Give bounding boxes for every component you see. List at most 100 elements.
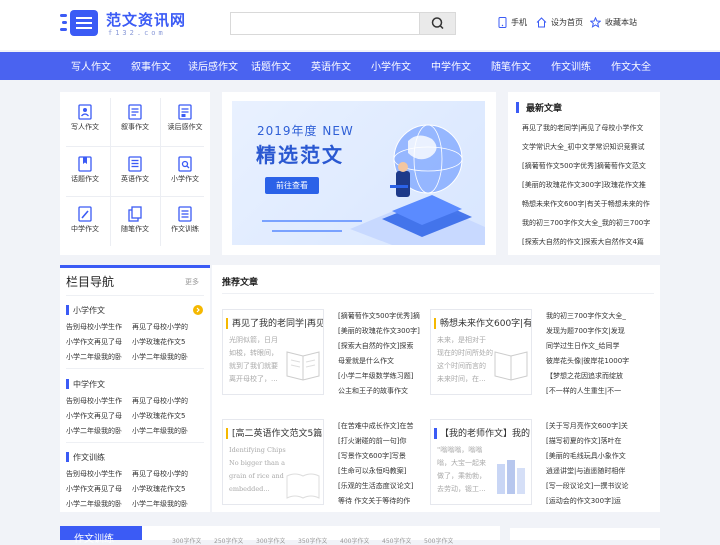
recommend-item[interactable]: [摘葡萄作文500字优秀]摘 — [338, 311, 422, 321]
recommend-item[interactable]: 发现为题700字作文|发现 — [546, 326, 630, 336]
recommend-item[interactable]: [运动会的作文300字]运 — [546, 496, 630, 506]
latest-item[interactable]: 再见了我的老同学|再见了母校小学作文 — [522, 123, 657, 133]
latest-item[interactable]: [探索大自然的作文]探索大自然作文4篇 — [522, 237, 657, 247]
category-label: 话题作文 — [71, 175, 99, 183]
recommend-item[interactable]: 同学过生日作文_给同学 — [546, 341, 630, 351]
category-write-people[interactable]: 写人作文 — [64, 96, 106, 142]
site-logo[interactable]: 范文资讯网 f132.com — [60, 8, 190, 38]
nav-link[interactable]: 小学二年级我的卧 — [132, 499, 204, 509]
wordcount-link[interactable]: 400字作文 — [340, 536, 369, 545]
nav-item[interactable]: 作文大全 — [611, 58, 651, 73]
category-narrative[interactable]: 叙事作文 — [114, 96, 156, 142]
nav-link[interactable]: 小学作文再见了母 — [66, 411, 128, 421]
recommend-item[interactable]: [写一段议论文]一撰书议论 — [546, 481, 630, 491]
nav-link[interactable]: 小学作文再见了母 — [66, 484, 128, 494]
recommend-item[interactable]: [在苦难中成长作文]在苦 — [338, 421, 422, 431]
category-primary[interactable]: 小学作文 — [164, 148, 206, 194]
nav-item[interactable]: 小学作文 — [371, 58, 411, 73]
recommend-item[interactable]: 母爱就是什么作文 — [338, 356, 422, 366]
search-button[interactable] — [419, 13, 455, 34]
recommend-item[interactable]: [探索大自然的作文]探索 — [338, 341, 422, 351]
recommend-item[interactable]: [不一样的人生重生|不一 — [546, 386, 630, 396]
nav-item[interactable]: 读后感作文 — [188, 58, 238, 73]
card-title: [高二英语作文范文5篇 — [232, 429, 323, 439]
recommend-item[interactable]: 公主和王子的故事作文 — [338, 386, 422, 396]
article-card[interactable]: 再见了我的老同学|再见 光阴似箭，日月 如梭，转眼间， 就到了我们就要 离开母校… — [222, 309, 324, 395]
recommend-item[interactable]: [小学二年级数学练习题] — [338, 371, 422, 381]
nav-item[interactable]: 话题作文 — [251, 58, 291, 73]
nav-link[interactable]: 小学二年级我的卧 — [132, 426, 204, 436]
recommend-item[interactable]: [生命可以永恒吗教案] — [338, 466, 422, 476]
nav-item[interactable]: 作文训练 — [551, 58, 591, 73]
latest-item[interactable]: 我的初三700字作文大全_我的初三700字 — [522, 218, 657, 228]
nav-link[interactable]: 小学二年级我的卧 — [132, 352, 204, 362]
recommend-item[interactable]: 等待 作文关于等待的作 — [338, 496, 422, 506]
category-essay[interactable]: 随笔作文 — [114, 198, 156, 244]
wordcount-link[interactable]: 250字作文 — [214, 536, 243, 545]
nav-group-title[interactable]: 作文训练 — [73, 452, 105, 463]
nav-link[interactable]: 小学二年级我的卧 — [66, 426, 128, 436]
nav-item[interactable]: 中学作文 — [431, 58, 471, 73]
recommend-item[interactable]: 彼岸花头像|彼岸花1000字 — [546, 356, 630, 366]
wordcount-link[interactable]: 450字作文 — [382, 536, 411, 545]
nav-item[interactable]: 叙事作文 — [131, 58, 171, 73]
article-card[interactable]: 畅想未来作文600字|有 未来，是相对于 现在的时间所处的 这个时间而言的 未来… — [430, 309, 532, 395]
latest-item[interactable]: [美丽的玫瑰花作文300字]玫瑰花作文推 — [522, 180, 657, 190]
recommend-item[interactable]: 【梦想之花因追求而绽放 — [546, 371, 630, 381]
article-card[interactable]: [高二英语作文范文5篇 Identifying Chips No bigger … — [222, 419, 324, 505]
recommend-item[interactable]: [乐观的生活态度议论文] — [338, 481, 422, 491]
set-homepage-label: 设为首页 — [551, 18, 583, 27]
mobile-link[interactable]: 手机 — [498, 17, 527, 28]
recommend-item[interactable]: [关于写月亮作文600字]关 — [546, 421, 630, 431]
category-training[interactable]: 作文训练 — [164, 198, 206, 244]
chevron-right-icon[interactable] — [193, 305, 203, 315]
nav-link[interactable]: 再见了母校小学的 — [132, 396, 204, 406]
nav-link[interactable]: 小学玫瑰花作文5 — [132, 411, 204, 421]
nav-link[interactable]: 再见了母校小学的 — [132, 469, 204, 479]
nav-link[interactable]: 告别母校小学生作 — [66, 396, 128, 406]
nav-link[interactable]: 小学二年级我的卧 — [66, 352, 128, 362]
recommend-item[interactable]: 逍遥讲堂|与逍遥随时相伴 — [546, 466, 630, 476]
nav-link[interactable]: 再见了母校小学的 — [132, 322, 204, 332]
nav-link[interactable]: 告别母校小学生作 — [66, 469, 128, 479]
recommend-item[interactable]: [写景作文600字]写景 — [338, 451, 422, 461]
wordcount-link[interactable]: 300字作文 — [256, 536, 285, 545]
list-doc-icon — [128, 156, 142, 172]
search-input[interactable] — [231, 13, 421, 34]
nav-group-title[interactable]: 小学作文 — [73, 305, 105, 316]
wordcount-link[interactable]: 500字作文 — [424, 536, 453, 545]
nav-link[interactable]: 告别母校小学生作 — [66, 322, 128, 332]
recommend-item[interactable]: [打火谢碰的前一句]你 — [338, 436, 422, 446]
training-strip: 作文训练 300字作文 250字作文 300字作文 350字作文 400字作文 … — [60, 526, 500, 545]
article-card[interactable]: 【我的老师作文】我的 "嗡嗡嗡，嗡嗡 嗡，大宝一起来 做了，乘勃勃， 去劳动，锻… — [430, 419, 532, 505]
recommend-item[interactable]: [美丽的毛线玩具小象作文 — [546, 451, 630, 461]
more-link[interactable]: 更多 — [185, 277, 199, 287]
featured-banner[interactable]: 2019年度 NEW 精选范文 前往查看 — [232, 101, 485, 245]
nav-link[interactable]: 小学作文再见了母 — [66, 337, 128, 347]
set-homepage-link[interactable]: 设为首页 — [536, 17, 583, 28]
nav-group-title[interactable]: 中学作文 — [73, 379, 105, 390]
bookmark-link[interactable]: 收藏本站 — [590, 17, 637, 28]
nav-item[interactable]: 随笔作文 — [491, 58, 531, 73]
wordcount-link[interactable]: 350字作文 — [298, 536, 327, 545]
banner-cta-button[interactable]: 前往查看 — [265, 177, 319, 194]
category-english[interactable]: 英语作文 — [114, 148, 156, 194]
recommend-item[interactable]: 我的初三700字作文大全_ — [546, 311, 630, 321]
nav-item[interactable]: 写人作文 — [71, 58, 111, 73]
latest-item[interactable]: [摘葡萄作文500字优秀]摘葡萄作文范文 — [522, 161, 657, 171]
category-label: 中学作文 — [71, 225, 99, 233]
category-reading-review[interactable]: 读后感作文 — [164, 96, 206, 142]
latest-item[interactable]: 文学常识大全_初中文学常识知识竞赛试 — [522, 142, 657, 152]
latest-item[interactable]: 畅想未来作文600字|有关于畅想未来的作 — [522, 199, 657, 209]
wordcount-link[interactable]: 300字作文 — [172, 536, 201, 545]
training-tab[interactable]: 作文训练 — [74, 530, 114, 545]
recommend-item[interactable]: [美丽的玫瑰花作文300字] — [338, 326, 422, 336]
nav-item[interactable]: 英语作文 — [311, 58, 351, 73]
category-topic[interactable]: 话题作文 — [64, 148, 106, 194]
book-illustration — [494, 351, 528, 381]
nav-link[interactable]: 小学二年级我的卧 — [66, 499, 128, 509]
nav-link[interactable]: 小学玫瑰花作文5 — [132, 484, 204, 494]
recommend-item[interactable]: [描写初夏的作文]落叶在 — [546, 436, 630, 446]
category-middle-school[interactable]: 中学作文 — [64, 198, 106, 244]
nav-link[interactable]: 小学玫瑰花作文5 — [132, 337, 204, 347]
